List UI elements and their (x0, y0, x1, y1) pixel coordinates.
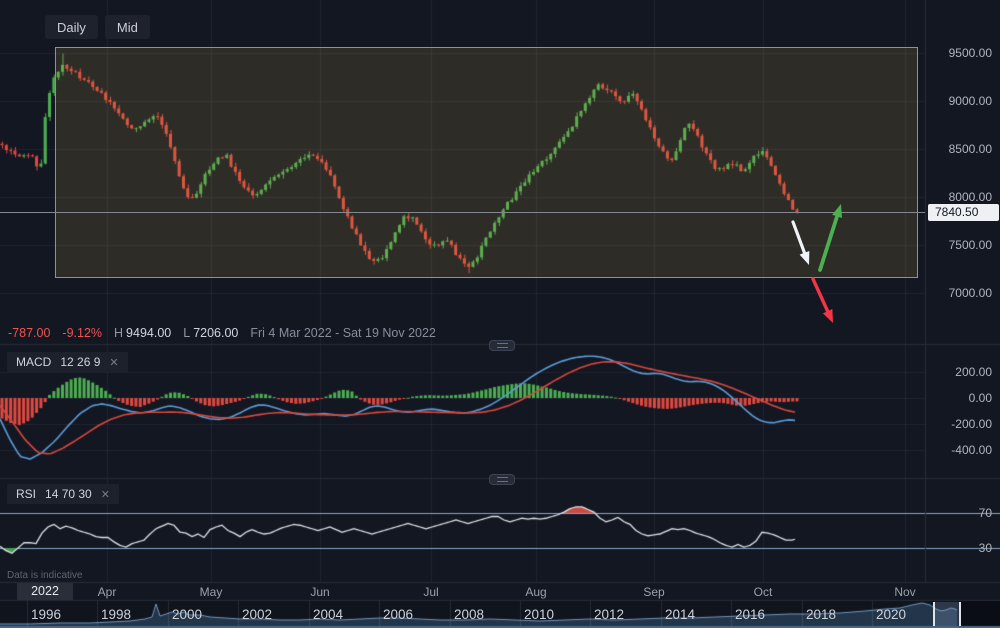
status-line: -787.00 -9.12% H9494.00 L7206.00 Fri 4 M… (8, 326, 436, 340)
scrubber-year-label: 2014 (665, 607, 695, 622)
scrubber-year-label: 2000 (172, 607, 202, 622)
scrubber-selection-window[interactable] (933, 602, 961, 626)
month-label: Jun (310, 585, 329, 599)
rsi-title: RSI (16, 487, 36, 501)
scrubber-year-label: 2002 (242, 607, 272, 622)
current-year-label: 2022 (17, 583, 73, 600)
macd-tick-label: 0.00 (930, 391, 992, 405)
grip-icon (497, 343, 508, 348)
month-label: Sep (643, 585, 664, 599)
rsi-indicator-label[interactable]: RSI 14 70 30 ✕ (7, 484, 119, 504)
price-tick-label: 7500.00 (930, 238, 992, 252)
scrubber-year-label: 2008 (454, 607, 484, 622)
trading-chart-window: Daily Mid -787.00 -9.12% H9494.00 L7206.… (0, 0, 1000, 628)
month-label: Jul (423, 585, 438, 599)
macd-indicator-label[interactable]: MACD 12 26 9 ✕ (7, 352, 128, 372)
scrubber-year-label: 2004 (313, 607, 343, 622)
footnote: Data is indicative (7, 570, 83, 581)
change-value: -787.00 (8, 326, 50, 340)
month-label: Nov (894, 585, 915, 599)
macd-tick-label: 200.00 (930, 365, 992, 379)
mid-button[interactable]: Mid (105, 15, 150, 39)
scrubber-year-label: 2010 (524, 607, 554, 622)
scrubber-year-label: 1996 (31, 607, 61, 622)
rsi-close-icon[interactable]: ✕ (101, 488, 110, 501)
scrubber-year-label: 2006 (383, 607, 413, 622)
rsi-level-label: 30 (930, 541, 992, 555)
scrubber-year-label: 2020 (876, 607, 906, 622)
highlight-box-drawing[interactable] (55, 47, 918, 278)
pane-resize-handle-macd[interactable] (489, 340, 515, 351)
macd-params: 12 26 9 (60, 355, 100, 369)
grip-icon (497, 477, 508, 482)
macd-close-icon[interactable]: ✕ (109, 356, 118, 369)
last-price-label: 7840.50 (928, 204, 999, 221)
last-price-line (0, 212, 925, 213)
price-tick-label: 7000.00 (930, 286, 992, 300)
rsi-level-label: 70 (930, 506, 992, 520)
date-range: Fri 4 Mar 2022 - Sat 19 Nov 2022 (250, 326, 436, 340)
macd-tick-label: -200.00 (930, 417, 992, 431)
low-value: L7206.00 (183, 326, 238, 340)
rsi-params: 14 70 30 (45, 487, 92, 501)
scrubber-year-label: 2012 (594, 607, 624, 622)
price-tick-label: 8000.00 (930, 190, 992, 204)
macd-tick-label: -400.00 (930, 443, 992, 457)
month-label: Oct (754, 585, 773, 599)
macd-title: MACD (16, 355, 51, 369)
month-label: Aug (525, 585, 546, 599)
price-tick-label: 8500.00 (930, 142, 992, 156)
month-label: Apr (98, 585, 117, 599)
price-tick-label: 9500.00 (930, 46, 992, 60)
toolbar: Daily Mid (45, 15, 150, 39)
scrubber-year-label: 1998 (101, 607, 131, 622)
price-tick-label: 9000.00 (930, 94, 992, 108)
high-value: H9494.00 (114, 326, 171, 340)
pane-resize-handle-rsi[interactable] (489, 474, 515, 485)
month-label: May (200, 585, 223, 599)
scrubber-year-label: 2018 (806, 607, 836, 622)
interval-daily-button[interactable]: Daily (45, 15, 98, 39)
change-percent: -9.12% (62, 326, 102, 340)
scrubber-year-label: 2016 (735, 607, 765, 622)
